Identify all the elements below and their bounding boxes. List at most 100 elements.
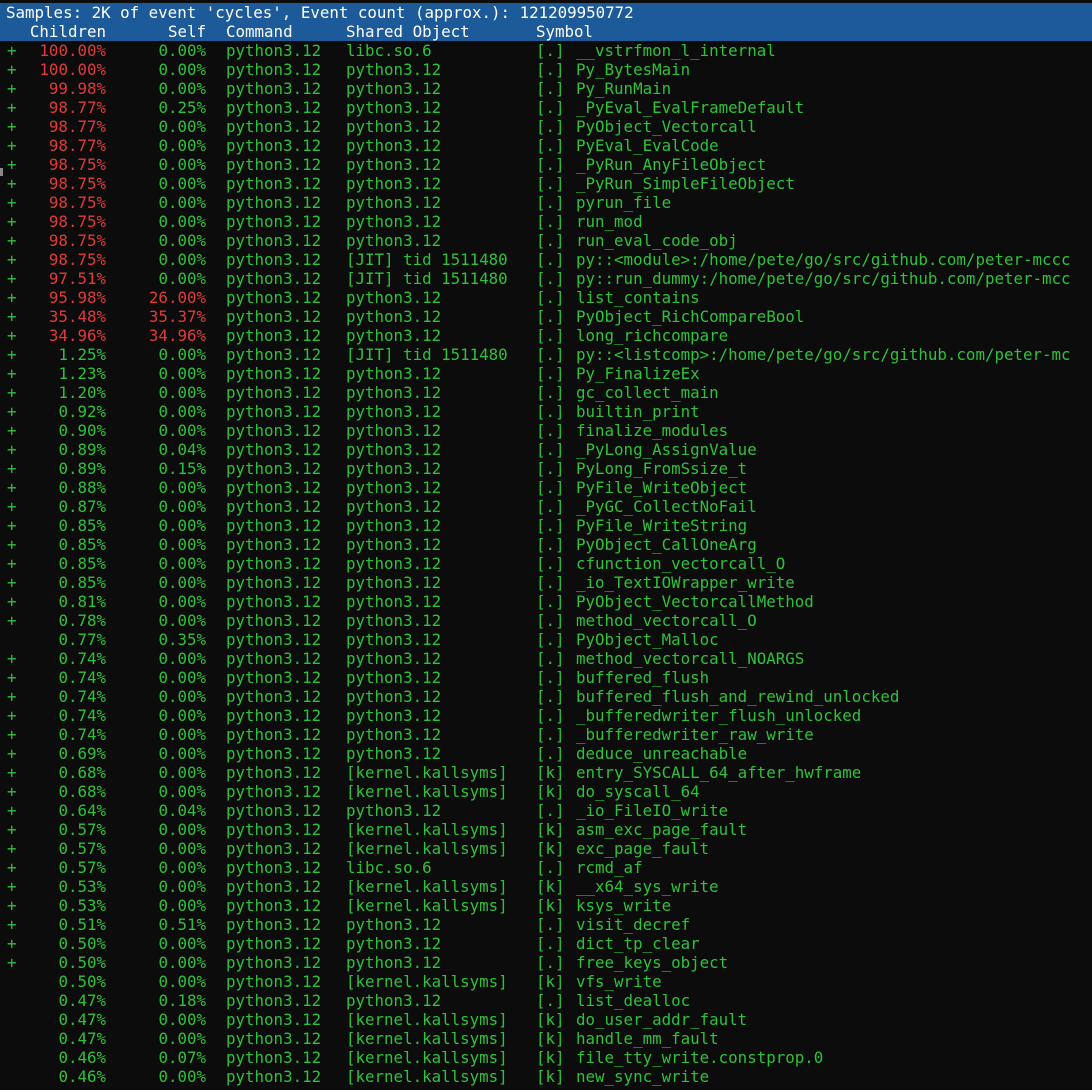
table-row[interactable]: +0.74% 0.00% python3.12 python3.12 [.] _buffe… [0, 706, 1092, 725]
expand-marker[interactable]: + [7, 877, 21, 896]
expand-marker[interactable]: + [7, 915, 21, 934]
expand-marker[interactable]: + [7, 345, 21, 364]
table-row[interactable]: +0.81% 0.00% python3.12 python3.12 [.] PyObje… [0, 592, 1092, 611]
header-symbol[interactable]: Symbol [536, 22, 656, 41]
table-row[interactable]: +98.77% 0.25% python3.12 python3.12 [.] _PyEv… [0, 98, 1092, 117]
table-row[interactable]: +0.85% 0.00% python3.12 python3.12 [.] PyFile… [0, 516, 1092, 535]
table-row[interactable]: +0.87% 0.00% python3.12 python3.12 [.] _PyGC_… [0, 497, 1092, 516]
table-row[interactable]: 0.47% 0.00% python3.12 [kernel.kallsyms] [k]… [0, 1010, 1092, 1029]
header-shared-object[interactable]: Shared Object [346, 22, 536, 41]
table-row[interactable]: +0.68% 0.00% python3.12 [kernel.kallsyms] [k… [0, 782, 1092, 801]
table-row[interactable]: 0.47% 0.18% python3.12 python3.12 [.] list_de… [0, 991, 1092, 1010]
table-row[interactable]: +98.75% 0.00% python3.12 python3.12 [.] _PyRu… [0, 174, 1092, 193]
expand-marker[interactable]: + [7, 250, 21, 269]
table-row[interactable]: +98.75% 0.00% python3.12 python3.12 [.] _PyRu… [0, 155, 1092, 174]
expand-marker[interactable]: + [7, 364, 21, 383]
expand-marker[interactable]: + [7, 288, 21, 307]
expand-marker[interactable]: + [7, 79, 21, 98]
expand-marker[interactable]: + [7, 782, 21, 801]
table-row[interactable]: +95.98% 26.00% python3.12 python3.12 [.] list… [0, 288, 1092, 307]
table-row[interactable]: +98.75% 0.00% python3.12 python3.12 [.] run_m… [0, 212, 1092, 231]
expand-marker[interactable]: + [7, 269, 21, 288]
table-row[interactable]: +0.78% 0.00% python3.12 python3.12 [.] method… [0, 611, 1092, 630]
header-command[interactable]: Command [226, 22, 346, 41]
table-row[interactable]: +98.75% 0.00% python3.12 python3.12 [.] run_e… [0, 231, 1092, 250]
expand-marker[interactable]: + [7, 706, 21, 725]
table-row[interactable]: +0.85% 0.00% python3.12 python3.12 [.] cfunct… [0, 554, 1092, 573]
expand-marker[interactable]: + [7, 744, 21, 763]
table-row[interactable]: +99.98% 0.00% python3.12 python3.12 [.] Py_Ru… [0, 79, 1092, 98]
table-row[interactable]: +1.23% 0.00% python3.12 python3.12 [.] Py_Fin… [0, 364, 1092, 383]
expand-marker[interactable]: + [7, 820, 21, 839]
expand-marker[interactable]: + [7, 573, 21, 592]
expand-marker[interactable]: + [7, 193, 21, 212]
expand-marker[interactable]: + [7, 41, 21, 60]
table-row[interactable]: +0.88% 0.00% python3.12 python3.12 [.] PyFile… [0, 478, 1092, 497]
expand-marker[interactable]: + [7, 307, 21, 326]
table-row[interactable]: +0.89% 0.15% python3.12 python3.12 [.] PyLong… [0, 459, 1092, 478]
expand-marker[interactable]: + [7, 421, 21, 440]
table-row[interactable]: +0.57% 0.00% python3.12 libc.so.6 [.] rcmd_af [0, 858, 1092, 877]
table-row[interactable]: +0.69% 0.00% python3.12 python3.12 [.] deduce… [0, 744, 1092, 763]
table-row[interactable]: +0.85% 0.00% python3.12 python3.12 [.] _io_Te… [0, 573, 1092, 592]
expand-marker[interactable]: + [7, 687, 21, 706]
table-row[interactable]: +1.20% 0.00% python3.12 python3.12 [.] gc_col… [0, 383, 1092, 402]
table-row[interactable]: +0.74% 0.00% python3.12 python3.12 [.] method… [0, 649, 1092, 668]
table-row[interactable]: +35.48% 35.37% python3.12 python3.12 [.] PyOb… [0, 307, 1092, 326]
expand-marker[interactable]: + [7, 592, 21, 611]
expand-marker[interactable]: + [7, 459, 21, 478]
table-row[interactable]: +98.75% 0.00% python3.12 [JIT] tid 1511480 [… [0, 250, 1092, 269]
table-row[interactable]: 0.46% 0.00% python3.12 [kernel.kallsyms] [k]… [0, 1067, 1092, 1086]
expand-marker[interactable]: + [7, 117, 21, 136]
table-row[interactable]: +98.75% 0.00% python3.12 python3.12 [.] pyrun… [0, 193, 1092, 212]
expand-marker[interactable]: + [7, 402, 21, 421]
expand-marker[interactable]: + [7, 934, 21, 953]
table-row[interactable]: 0.50% 0.00% python3.12 [kernel.kallsyms] [k]… [0, 972, 1092, 991]
table-row[interactable]: +0.68% 0.00% python3.12 [kernel.kallsyms] [k… [0, 763, 1092, 782]
expand-marker[interactable]: + [7, 839, 21, 858]
expand-marker[interactable]: + [7, 497, 21, 516]
table-row[interactable]: +0.74% 0.00% python3.12 python3.12 [.] buffer… [0, 668, 1092, 687]
table-row[interactable]: +98.77% 0.00% python3.12 python3.12 [.] PyObj… [0, 117, 1092, 136]
expand-marker[interactable]: + [7, 478, 21, 497]
expand-marker[interactable]: + [7, 554, 21, 573]
expand-marker[interactable]: + [7, 383, 21, 402]
expand-marker[interactable]: + [7, 174, 21, 193]
table-row[interactable]: +0.57% 0.00% python3.12 [kernel.kallsyms] [k… [0, 820, 1092, 839]
table-row[interactable]: +0.74% 0.00% python3.12 python3.12 [.] _buffe… [0, 725, 1092, 744]
expand-marker[interactable]: + [7, 649, 21, 668]
expand-marker[interactable]: + [7, 136, 21, 155]
table-row[interactable]: +100.00% 0.00% python3.12 python3.12 [.] Py_B… [0, 60, 1092, 79]
table-row[interactable]: +97.51% 0.00% python3.12 [JIT] tid 1511480 [… [0, 269, 1092, 288]
table-row[interactable]: +0.74% 0.00% python3.12 python3.12 [.] buffer… [0, 687, 1092, 706]
header-children[interactable]: Children [20, 22, 106, 41]
table-row[interactable]: +0.92% 0.00% python3.12 python3.12 [.] builti… [0, 402, 1092, 421]
header-self[interactable]: Self [130, 22, 206, 41]
table-row[interactable]: +0.85% 0.00% python3.12 python3.12 [.] PyObje… [0, 535, 1092, 554]
expand-marker[interactable]: + [7, 725, 21, 744]
expand-marker[interactable]: + [7, 326, 21, 345]
expand-marker[interactable]: + [7, 440, 21, 459]
expand-marker[interactable]: + [7, 155, 21, 174]
table-row[interactable]: +100.00% 0.00% python3.12 libc.so.6 [.] __vst… [0, 41, 1092, 60]
expand-marker[interactable]: + [7, 953, 21, 972]
expand-marker[interactable]: + [7, 212, 21, 231]
expand-marker[interactable]: + [7, 231, 21, 250]
table-row[interactable]: 0.46% 0.07% python3.12 [kernel.kallsyms] [k]… [0, 1048, 1092, 1067]
table-row[interactable]: +34.96% 34.96% python3.12 python3.12 [.] long… [0, 326, 1092, 345]
table-row[interactable]: +98.77% 0.00% python3.12 python3.12 [.] PyEva… [0, 136, 1092, 155]
table-row[interactable]: +0.90% 0.00% python3.12 python3.12 [.] finali… [0, 421, 1092, 440]
expand-marker[interactable]: + [7, 858, 21, 877]
expand-marker[interactable]: + [7, 535, 21, 554]
expand-marker[interactable]: + [7, 668, 21, 687]
table-row[interactable]: +0.50% 0.00% python3.12 python3.12 [.] dict_t… [0, 934, 1092, 953]
table-row[interactable]: 0.47% 0.00% python3.12 [kernel.kallsyms] [k]… [0, 1029, 1092, 1048]
expand-marker[interactable]: + [7, 763, 21, 782]
table-row[interactable]: +0.53% 0.00% python3.12 [kernel.kallsyms] [k… [0, 877, 1092, 896]
expand-marker[interactable]: + [7, 98, 21, 117]
expand-marker[interactable]: + [7, 611, 21, 630]
table-row[interactable]: +0.51% 0.51% python3.12 python3.12 [.] visit_… [0, 915, 1092, 934]
table-row[interactable]: 0.77% 0.35% python3.12 python3.12 [.] PyObjec… [0, 630, 1092, 649]
expand-marker[interactable]: + [7, 60, 21, 79]
table-row[interactable]: +0.89% 0.04% python3.12 python3.12 [.] _PyLon… [0, 440, 1092, 459]
